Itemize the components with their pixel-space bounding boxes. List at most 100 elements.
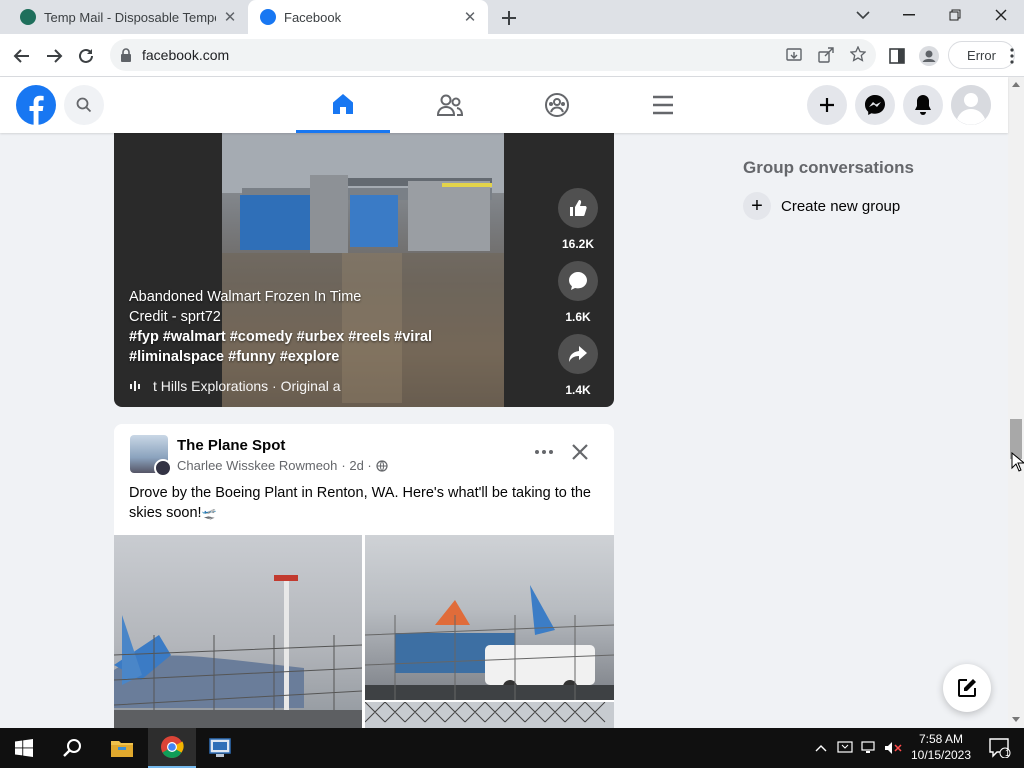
create-plus-button[interactable] <box>807 85 847 125</box>
group-conversations-heading: Group conversations <box>743 158 914 177</box>
comment-bubble-icon <box>558 261 598 301</box>
post-photo-1[interactable] <box>114 535 362 734</box>
reel-comment-count: 1.6K <box>565 310 591 324</box>
new-tab-plus-icon[interactable] <box>498 7 520 29</box>
search-icon[interactable] <box>64 85 104 125</box>
plus-icon: + <box>743 192 771 220</box>
reel-title: Abandoned Walmart Frozen In Time <box>129 289 362 305</box>
share-icon[interactable] <box>818 47 834 63</box>
globe-icon <box>376 459 388 472</box>
hamburger-icon <box>652 95 674 115</box>
post-body: Drove by the Boeing Plant in Renton, WA.… <box>129 485 591 521</box>
plus-icon <box>819 97 835 113</box>
post-time[interactable]: · 2d · <box>341 458 371 473</box>
reel-credit: Credit - sprt72 <box>129 309 221 325</box>
post-subtitle[interactable]: Charlee Wisskee Rowmeoh <box>177 458 337 473</box>
avatar-icon <box>951 85 991 125</box>
tray-security-icon[interactable] <box>834 728 856 768</box>
plane-fence-image <box>114 575 362 734</box>
restore-icon[interactable] <box>932 0 978 30</box>
reel-audio-info[interactable]: t Hills Explorations · Original a <box>129 378 341 394</box>
reel-comment-button[interactable]: 1.6K <box>557 261 599 324</box>
search-icon[interactable] <box>48 728 96 768</box>
tab-title: Facebook <box>284 9 342 25</box>
minimize-icon[interactable] <box>886 0 932 30</box>
reel-hashtags[interactable]: #liminalspace #funny #explore <box>129 347 489 367</box>
scroll-down-arrow-icon[interactable] <box>1012 717 1020 722</box>
forward-icon[interactable] <box>42 44 66 68</box>
tab-facebook[interactable]: Facebook ✕ <box>248 0 488 34</box>
clock-time: 7:58 AM <box>918 732 964 746</box>
kebab-menu-icon[interactable] <box>1000 44 1024 68</box>
taskbar-clock[interactable]: 7:58 AM 10/15/2023 <box>906 731 976 763</box>
close-tab-icon[interactable]: ✕ <box>462 9 478 26</box>
chrome-taskbar-icon[interactable] <box>148 728 196 768</box>
post-meta: Charlee Wisskee Rowmeoh · 2d · <box>177 458 388 473</box>
star-icon[interactable] <box>850 46 866 62</box>
network-icon[interactable] <box>858 728 880 768</box>
account-avatar-button[interactable] <box>951 85 991 125</box>
facebook-header <box>0 77 1008 133</box>
feed-post-card: The Plane Spot Charlee Wisskee Rowmeoh ·… <box>114 424 614 734</box>
install-icon[interactable] <box>786 47 802 63</box>
mouse-cursor-icon <box>1011 452 1024 472</box>
home-icon <box>331 92 355 116</box>
hide-post-close-icon[interactable] <box>568 440 592 464</box>
messenger-icon <box>864 94 886 116</box>
bell-icon <box>913 94 933 116</box>
more-options-icon[interactable] <box>532 440 556 464</box>
nav-home-tab[interactable] <box>296 77 390 133</box>
reload-icon[interactable] <box>74 44 98 68</box>
page-avatar[interactable] <box>130 435 172 477</box>
action-center-icon[interactable]: 1 <box>980 728 1020 768</box>
volume-muted-icon[interactable] <box>882 728 904 768</box>
create-new-group-button[interactable]: + Create new group <box>743 192 900 220</box>
poster-avatar[interactable] <box>154 459 172 477</box>
nav-groups-tab[interactable] <box>510 77 604 133</box>
browser-tab-strip: Temp Mail - Disposable Temporary ✕ Faceb… <box>0 0 1024 34</box>
new-message-button[interactable] <box>943 664 991 712</box>
close-window-icon[interactable] <box>978 0 1024 30</box>
post-photo-2[interactable] <box>365 535 614 700</box>
notifications-button[interactable] <box>903 85 943 125</box>
profile-icon[interactable] <box>917 44 941 68</box>
reel-like-count: 16.2K <box>561 237 595 251</box>
nav-friends-tab[interactable] <box>403 77 497 133</box>
remote-desktop-icon[interactable] <box>196 728 244 768</box>
tab-temp-mail[interactable]: Temp Mail - Disposable Temporary ✕ <box>8 0 248 34</box>
messenger-button[interactable] <box>855 85 895 125</box>
nav-menu-tab[interactable] <box>616 77 710 133</box>
tray-chevron-up-icon[interactable] <box>810 728 832 768</box>
lock-icon[interactable] <box>120 48 132 62</box>
reel-caption: Abandoned Walmart Frozen In Time Credit … <box>129 287 489 367</box>
compose-edit-icon <box>956 677 978 699</box>
reel-video-card[interactable]: 16.2K 1.6K 1.4K Abandoned Walmart Frozen… <box>114 133 614 407</box>
back-icon[interactable] <box>10 44 34 68</box>
share-arrow-icon <box>558 334 598 374</box>
audio-wave-icon <box>129 380 141 392</box>
groups-icon <box>544 92 570 118</box>
browser-toolbar: facebook.com Error <box>0 34 1024 77</box>
reel-like-button[interactable]: 16.2K <box>557 188 599 251</box>
airplane-departure-emoji: 🛫 <box>201 506 217 520</box>
sidepanel-icon[interactable] <box>885 44 909 68</box>
notification-count: 1 <box>1005 748 1011 758</box>
friends-icon <box>437 93 463 117</box>
address-bar[interactable]: facebook.com <box>110 39 876 71</box>
tab-search-chevron-icon[interactable] <box>840 0 886 30</box>
reel-share-button[interactable]: 1.4K <box>557 334 599 397</box>
close-tab-icon[interactable]: ✕ <box>222 9 238 26</box>
facebook-logo-icon[interactable] <box>16 85 56 125</box>
reel-share-count: 1.4K <box>565 383 591 397</box>
reel-hashtags[interactable]: #fyp #walmart #comedy #urbex #reels #vir… <box>129 327 489 347</box>
tab-title: Temp Mail - Disposable Temporary <box>44 9 216 25</box>
scroll-up-arrow-icon[interactable] <box>1012 82 1020 87</box>
file-explorer-icon[interactable] <box>98 728 146 768</box>
windows-start-icon[interactable] <box>0 728 48 768</box>
url-text: facebook.com <box>142 47 230 63</box>
facebook-favicon-icon <box>260 9 276 25</box>
post-text: Drove by the Boeing Plant in Renton, WA.… <box>129 483 599 523</box>
post-author-name[interactable]: The Plane Spot <box>177 437 285 454</box>
page-scrollbar[interactable] <box>1008 77 1024 727</box>
create-new-group-label: Create new group <box>781 197 901 215</box>
